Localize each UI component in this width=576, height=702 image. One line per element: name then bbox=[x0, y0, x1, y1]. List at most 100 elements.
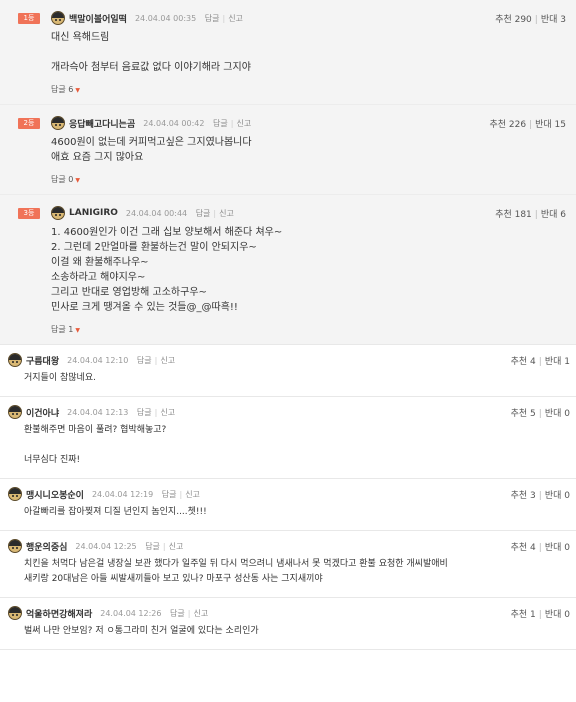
upvote-button[interactable]: 추천 226 bbox=[489, 120, 526, 130]
avatar-icon[interactable] bbox=[51, 11, 65, 25]
comment-item: 이건아냐 24.04.04 12:13 답글 | 신고 추천 5 | 반대 0 환불해주면 마… bbox=[0, 397, 576, 479]
comment-line: 대신 욕해드림 bbox=[51, 32, 110, 43]
comment-date: 24.04.04 12:26 bbox=[100, 608, 162, 618]
comment-meta: 24.04.04 00:42 답글 | 신고 bbox=[143, 118, 251, 129]
separator: | bbox=[538, 408, 542, 419]
report-link[interactable]: 신고 bbox=[185, 490, 200, 499]
comment-header: 억울하면강해져라 24.04.04 12:26 답글 | 신고 추천 1 | 반대 0 bbox=[8, 602, 570, 624]
comment-text: 치킨을 처먹다 남은걸 냉장실 보관 했다가 일주일 뒤 다시 먹으려니 냄새나… bbox=[8, 557, 570, 587]
vote-counts: 추천 181 | 반대 6 bbox=[495, 207, 566, 220]
author-nickname[interactable]: 행운의중심 bbox=[26, 540, 67, 553]
caret-down-icon: ▼ bbox=[75, 327, 80, 334]
upvote-button[interactable]: 추천 4 bbox=[511, 543, 536, 553]
avatar-icon[interactable] bbox=[51, 206, 65, 220]
comment-list: 구름대왕 24.04.04 12:10 답글 | 신고 추천 4 | 반대 1 거지들이 참많… bbox=[0, 345, 576, 650]
rank-badge: 1등 bbox=[18, 13, 40, 24]
comment-line: 치킨을 처먹다 남은걸 냉장실 보관 했다가 일주일 뒤 다시 먹으려니 냄새나… bbox=[24, 559, 448, 569]
upvote-button[interactable]: 추천 1 bbox=[511, 610, 536, 620]
replies-toggle[interactable]: 답글 1 ▼ bbox=[18, 324, 566, 338]
report-link[interactable]: 신고 bbox=[219, 209, 234, 218]
report-link[interactable]: 신고 bbox=[228, 14, 243, 23]
comment-item: 맹시니오봉순이 24.04.04 12:19 답글 | 신고 추천 3 | 반대 0 아갈빠리… bbox=[0, 479, 576, 531]
avatar-icon[interactable] bbox=[8, 487, 22, 501]
best-comments: 1등 백말이볼어일떡 24.04.04 00:35 답글 | 신고 추천 290 | 반대 3… bbox=[0, 0, 576, 345]
comment-line: 그리고 반대로 영업방해 고소하구우~ bbox=[51, 287, 207, 298]
comment-date: 24.04.04 12:13 bbox=[67, 407, 129, 417]
reply-link[interactable]: 답글 bbox=[137, 408, 152, 417]
downvote-button[interactable]: 반대 3 bbox=[541, 15, 566, 25]
comment-date: 24.04.04 00:35 bbox=[134, 13, 197, 23]
comment-line: 애효 요즘 그지 많아요 bbox=[51, 152, 144, 163]
separator: | bbox=[538, 542, 542, 553]
reply-link[interactable]: 답글 bbox=[137, 356, 152, 365]
comment-meta: 24.04.04 12:25 답글 | 신고 bbox=[75, 541, 183, 552]
comment-line: 4600원이 없는데 커피먹고싶은 그지였나봅니다 bbox=[51, 137, 252, 148]
best-comment: 2등 응답빼고다니는곰 24.04.04 00:42 답글 | 신고 추천 226 | 반대 … bbox=[0, 104, 576, 194]
downvote-button[interactable]: 반대 6 bbox=[541, 210, 566, 220]
comment-date: 24.04.04 12:25 bbox=[75, 541, 137, 551]
avatar-icon[interactable] bbox=[8, 606, 22, 620]
reply-link[interactable]: 답글 bbox=[213, 119, 228, 128]
report-link[interactable]: 신고 bbox=[169, 542, 184, 551]
report-link[interactable]: 신고 bbox=[160, 408, 175, 417]
comment-text: 1. 4600원인가 이건 그래 십보 양보해서 해준다 쳐우~ 2. 그런데 2… bbox=[18, 225, 566, 315]
reply-link[interactable]: 답글 bbox=[196, 209, 211, 218]
comment-date: 24.04.04 00:42 bbox=[143, 118, 205, 128]
avatar-icon[interactable] bbox=[8, 405, 22, 419]
upvote-button[interactable]: 추천 3 bbox=[511, 491, 536, 501]
avatar-icon[interactable] bbox=[8, 353, 22, 367]
author-nickname[interactable]: LANIGIRO bbox=[69, 208, 118, 218]
downvote-button[interactable]: 반대 0 bbox=[545, 491, 570, 501]
separator bbox=[164, 609, 167, 618]
replies-toggle[interactable]: 답글 0 ▼ bbox=[18, 174, 566, 188]
replies-toggle[interactable]: 답글 6 ▼ bbox=[18, 84, 566, 98]
vote-counts: 추천 5 | 반대 0 bbox=[511, 406, 570, 419]
comment-date: 24.04.04 12:10 bbox=[67, 355, 129, 365]
downvote-button[interactable]: 반대 0 bbox=[545, 543, 570, 553]
author-nickname[interactable]: 맹시니오봉순이 bbox=[26, 488, 84, 501]
comment-header: 구름대왕 24.04.04 12:10 답글 | 신고 추천 4 | 반대 1 bbox=[8, 349, 570, 371]
author-nickname[interactable]: 억울하면강해져라 bbox=[26, 607, 92, 620]
separator: | bbox=[538, 609, 542, 620]
separator: | bbox=[230, 118, 234, 128]
separator bbox=[190, 209, 193, 218]
author-nickname[interactable]: 이건아냐 bbox=[26, 406, 59, 419]
comment-line: 1. 4600원인가 이건 그래 십보 양보해서 해준다 쳐우~ bbox=[51, 227, 283, 238]
reply-link[interactable]: 답글 bbox=[205, 14, 220, 23]
avatar-icon[interactable] bbox=[8, 539, 22, 553]
downvote-button[interactable]: 반대 1 bbox=[545, 357, 570, 367]
author-nickname[interactable]: 구름대왕 bbox=[26, 354, 59, 367]
comment-line: 아갈빠리를 잡아찢져 디질 년인지 놈인지....쳇!!! bbox=[24, 507, 207, 517]
comment-line bbox=[51, 45, 566, 60]
comment-line bbox=[24, 438, 570, 453]
downvote-button[interactable]: 반대 15 bbox=[535, 120, 566, 130]
upvote-button[interactable]: 추천 181 bbox=[495, 210, 532, 220]
separator bbox=[207, 119, 210, 128]
comment-item: 행운의중심 24.04.04 12:25 답글 | 신고 추천 4 | 반대 0 치킨을 처먹… bbox=[0, 531, 576, 598]
reply-link[interactable]: 답글 bbox=[162, 490, 177, 499]
comment-text: 환불해주면 마음이 풀려? 협박해놓고? 너무심다 진짜! bbox=[8, 423, 570, 468]
separator: | bbox=[538, 490, 542, 501]
upvote-button[interactable]: 추천 5 bbox=[511, 409, 536, 419]
downvote-button[interactable]: 반대 0 bbox=[545, 409, 570, 419]
report-link[interactable]: 신고 bbox=[193, 609, 208, 618]
replies-label: 답글 6 bbox=[51, 85, 74, 94]
upvote-button[interactable]: 추천 4 bbox=[511, 357, 536, 367]
best-comment: 1등 백말이볼어일떡 24.04.04 00:35 답글 | 신고 추천 290 | 반대 3… bbox=[0, 0, 576, 104]
author-nickname[interactable]: 백말이볼어일떡 bbox=[69, 12, 127, 25]
separator: | bbox=[162, 541, 166, 551]
reply-link[interactable]: 답글 bbox=[145, 542, 160, 551]
comment-header: 맹시니오봉순이 24.04.04 12:19 답글 | 신고 추천 3 | 반대 0 bbox=[8, 483, 570, 505]
comment-date: 24.04.04 12:19 bbox=[91, 489, 154, 499]
comment-line: 너무심다 진짜! bbox=[24, 455, 81, 465]
separator: | bbox=[538, 356, 542, 367]
upvote-button[interactable]: 추천 290 bbox=[495, 15, 532, 25]
author-nickname[interactable]: 응답빼고다니는곰 bbox=[69, 117, 135, 130]
caret-down-icon: ▼ bbox=[75, 177, 80, 184]
downvote-button[interactable]: 반대 0 bbox=[545, 610, 570, 620]
reply-link[interactable]: 답글 bbox=[170, 609, 185, 618]
report-link[interactable]: 신고 bbox=[236, 119, 251, 128]
report-link[interactable]: 신고 bbox=[160, 356, 175, 365]
avatar-icon[interactable] bbox=[51, 116, 65, 130]
comment-line: 새키랑 20대남은 아들 씨발새끼들아 보고 있나? 마포구 성산동 사는 그지… bbox=[24, 574, 323, 584]
